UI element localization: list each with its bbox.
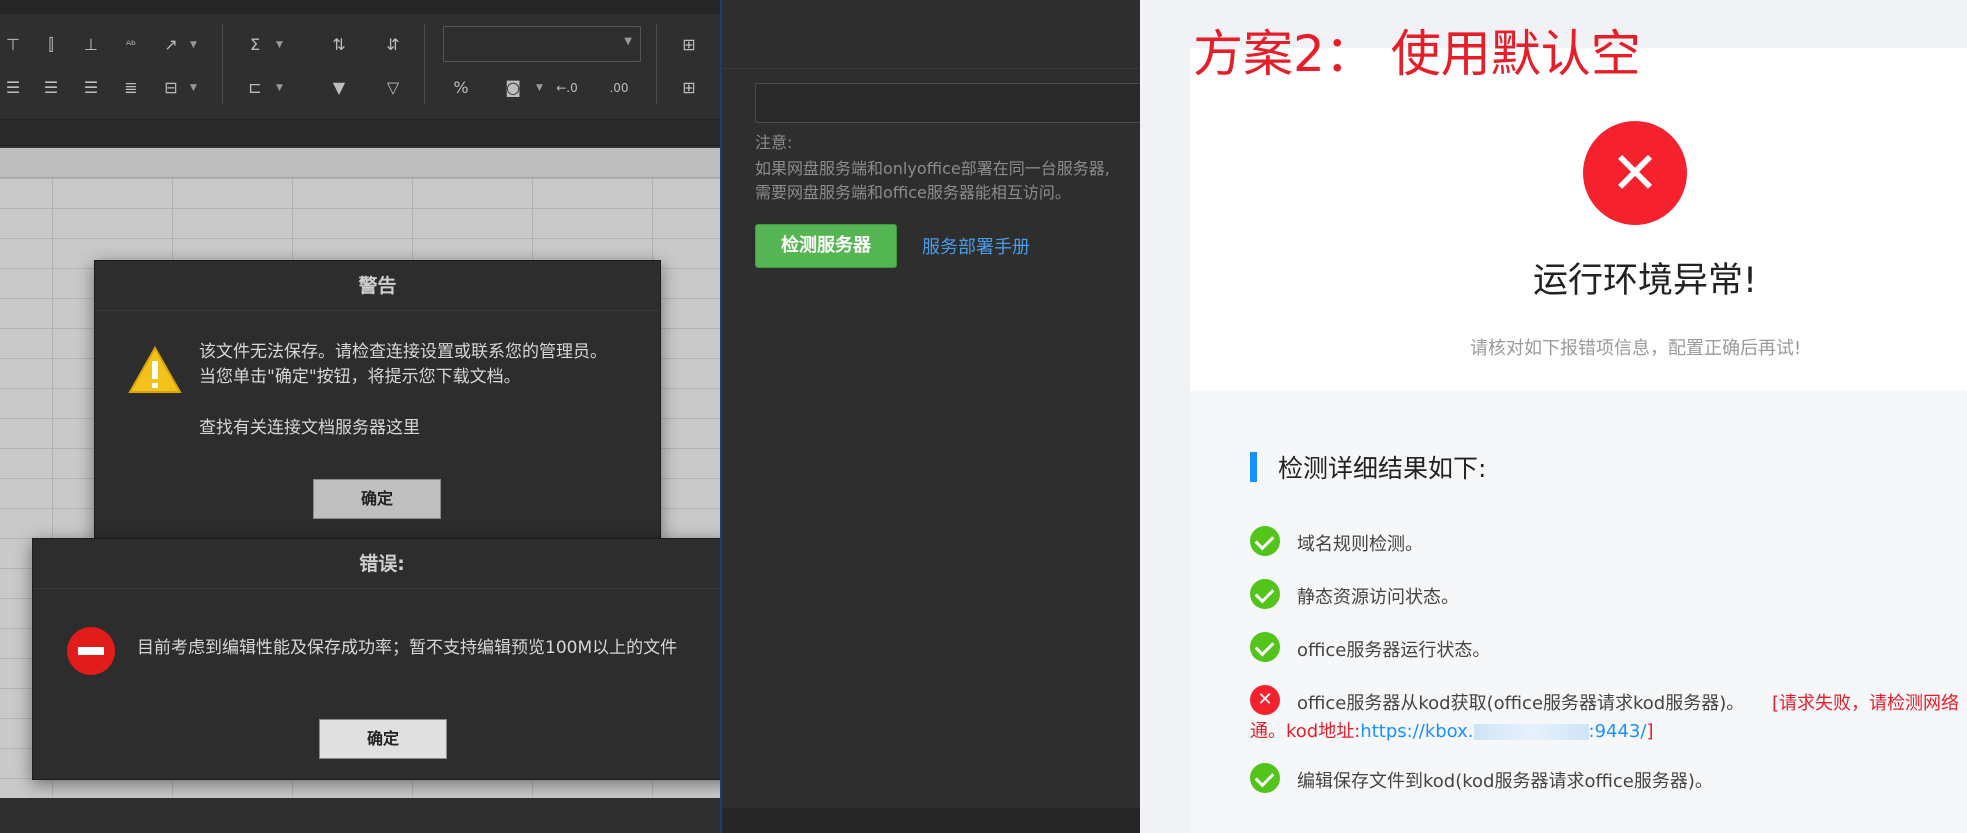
text-orientation-icon[interactable]: ↗ bbox=[160, 34, 182, 56]
error-ok-button[interactable]: 确定 bbox=[319, 719, 447, 759]
chevron-down-icon[interactable]: ▼ bbox=[276, 83, 283, 93]
warning-message-line1: 该文件无法保存。请检查连接设置或联系您的管理员。 bbox=[199, 342, 607, 362]
align-bottom-icon[interactable]: ⊥ bbox=[80, 34, 102, 56]
delete-cells-icon[interactable]: ⊞ bbox=[678, 77, 700, 99]
status-bar bbox=[0, 798, 720, 833]
error-dialog-title: 错误: bbox=[33, 539, 720, 589]
align-left-icon[interactable]: ☰ bbox=[2, 77, 24, 99]
check-result-pane: 方案2： 使用默认空 ✕ 运行环境异常! 请核对如下报错项信息，配置正确后再试!… bbox=[1140, 0, 1967, 833]
chevron-down-icon[interactable]: ▼ bbox=[190, 40, 197, 50]
error-x-icon: ✕ bbox=[1583, 121, 1687, 225]
align-middle-icon[interactable]: ⫿ bbox=[40, 34, 62, 56]
column-headers bbox=[0, 148, 720, 178]
detail-title: 检测详细结果如下: bbox=[1278, 454, 1487, 483]
error-message: 目前考虑到编辑性能及保存成功率；暂不支持编辑预览100M以上的文件 bbox=[137, 638, 678, 658]
warning-dialog: 警告 该文件无法保存。请检查连接设置或联系您的管理员。 当您单击"确定"按钮，将… bbox=[94, 260, 661, 540]
bottom-bar bbox=[722, 808, 1142, 833]
decrease-decimal-icon[interactable]: ←.0 bbox=[556, 77, 578, 99]
check-icon bbox=[1250, 579, 1280, 609]
toolbar-separator bbox=[222, 24, 223, 104]
check-item-office-from-kod: office服务器从kod获取(office服务器请求kod服务器)。 [请求失… bbox=[1297, 689, 1959, 715]
named-ranges-icon[interactable]: ⊏ bbox=[244, 77, 266, 99]
merge-cells-icon[interactable]: ⊟ bbox=[160, 77, 182, 99]
editor-toolbar: ⊤ ⫿ ⊥ ᴬᵇ ↗ ▼ Σ ▼ ⇅ ⇵ ▼ ⊞ ☰ ☰ ☰ ≣ ⊟ ▼ ⊏ ▼… bbox=[0, 0, 720, 120]
section-accent-bar bbox=[1250, 452, 1257, 482]
clear-filter-icon[interactable]: ▽ bbox=[382, 77, 404, 99]
note-line1: 如果网盘服务端和onlyoffice部署在同一台服务器, bbox=[755, 159, 1110, 178]
check-item-office-status: office服务器运行状态。 bbox=[1297, 640, 1491, 661]
connection-help-link[interactable]: 查找有关连接文档服务器这里 bbox=[199, 416, 420, 441]
check-icon bbox=[1250, 526, 1280, 556]
check-item-edit-save: 编辑保存文件到kod(kod服务器请求office服务器)。 bbox=[1297, 771, 1713, 792]
warning-ok-button[interactable]: 确定 bbox=[313, 479, 441, 519]
divider bbox=[722, 68, 1142, 69]
check-item-office-from-kod-detail: 通。kod地址:https://kbox. :9443/] bbox=[1250, 717, 1653, 743]
warning-message-line2: 当您单击"确定"按钮，将提示您下载文档。 bbox=[199, 367, 521, 387]
check-server-button[interactable]: 检测服务器 bbox=[755, 224, 897, 268]
percent-icon[interactable]: % bbox=[450, 77, 472, 99]
number-format-select[interactable]: ▼ bbox=[443, 26, 641, 62]
chevron-down-icon[interactable]: ▼ bbox=[276, 40, 283, 50]
kod-url-link[interactable]: https://kbox. bbox=[1360, 721, 1473, 742]
insert-cells-icon[interactable]: ⊞ bbox=[678, 34, 700, 56]
error-title: 运行环境异常! bbox=[1532, 261, 1758, 301]
error-subtitle: 请核对如下报错项信息，配置正确后再试! bbox=[1470, 338, 1802, 359]
formula-bar[interactable] bbox=[0, 120, 720, 146]
item-text: office服务器从kod获取(office服务器请求kod服务器)。 bbox=[1297, 693, 1745, 714]
spreadsheet-editor-pane: ⊤ ⫿ ⊥ ᴬᵇ ↗ ▼ Σ ▼ ⇅ ⇵ ▼ ⊞ ☰ ☰ ☰ ≣ ⊟ ▼ ⊏ ▼… bbox=[0, 0, 720, 833]
kod-url-port[interactable]: :9443/ bbox=[1589, 721, 1647, 742]
toolbar-separator bbox=[656, 24, 657, 104]
chevron-down-icon[interactable]: ▼ bbox=[536, 83, 543, 93]
error-x-icon: ✕ bbox=[1250, 685, 1280, 715]
annotation-text: 方案2： 使用默认空 bbox=[1193, 25, 1641, 83]
chevron-down-icon[interactable]: ▼ bbox=[624, 36, 632, 47]
sum-icon[interactable]: Σ bbox=[244, 34, 266, 56]
stop-icon bbox=[67, 627, 115, 675]
check-icon bbox=[1250, 632, 1280, 662]
item-error-text: [请求失败，请检测网络 bbox=[1772, 693, 1960, 714]
menu-strip bbox=[0, 0, 720, 14]
sort-ascending-icon[interactable]: ⇅ bbox=[328, 34, 350, 56]
note-label: 注意: bbox=[755, 133, 793, 152]
deploy-manual-link[interactable]: 服务部署手册 bbox=[922, 233, 1030, 259]
check-item-domain-rule: 域名规则检测。 bbox=[1297, 534, 1423, 555]
filter-icon[interactable]: ▼ bbox=[328, 77, 350, 99]
warning-dialog-title: 警告 bbox=[95, 261, 660, 311]
toolbar-separator bbox=[424, 24, 425, 104]
check-icon bbox=[1250, 763, 1280, 793]
chevron-down-icon[interactable]: ▼ bbox=[190, 83, 197, 93]
item-error-text: 通。kod地址: bbox=[1250, 721, 1361, 742]
align-top-icon[interactable]: ⊤ bbox=[2, 34, 24, 56]
sort-descending-icon[interactable]: ⇵ bbox=[382, 34, 404, 56]
error-dialog: 错误: 目前考虑到编辑性能及保存成功率；暂不支持编辑预览100M以上的文件 确定 bbox=[32, 538, 720, 780]
check-item-static-access: 静态资源访问状态。 bbox=[1297, 587, 1459, 608]
redacted-host bbox=[1473, 724, 1589, 740]
office-server-url-input[interactable] bbox=[755, 83, 1155, 123]
item-error-bracket: ] bbox=[1646, 721, 1654, 742]
justify-icon[interactable]: ≣ bbox=[120, 77, 142, 99]
note-line2: 需要网盘服务端和office服务器能相互访问。 bbox=[755, 183, 1071, 202]
wrap-text-icon[interactable]: ᴬᵇ bbox=[120, 34, 142, 56]
align-center-icon[interactable]: ☰ bbox=[40, 77, 62, 99]
currency-icon[interactable]: ◙ bbox=[502, 77, 524, 99]
warning-triangle-icon bbox=[128, 346, 182, 393]
increase-decimal-icon[interactable]: .00 bbox=[608, 77, 630, 99]
server-settings-pane: 注意: 如果网盘服务端和onlyoffice部署在同一台服务器, 需要网盘服务端… bbox=[720, 0, 1155, 833]
align-right-icon[interactable]: ☰ bbox=[80, 77, 102, 99]
